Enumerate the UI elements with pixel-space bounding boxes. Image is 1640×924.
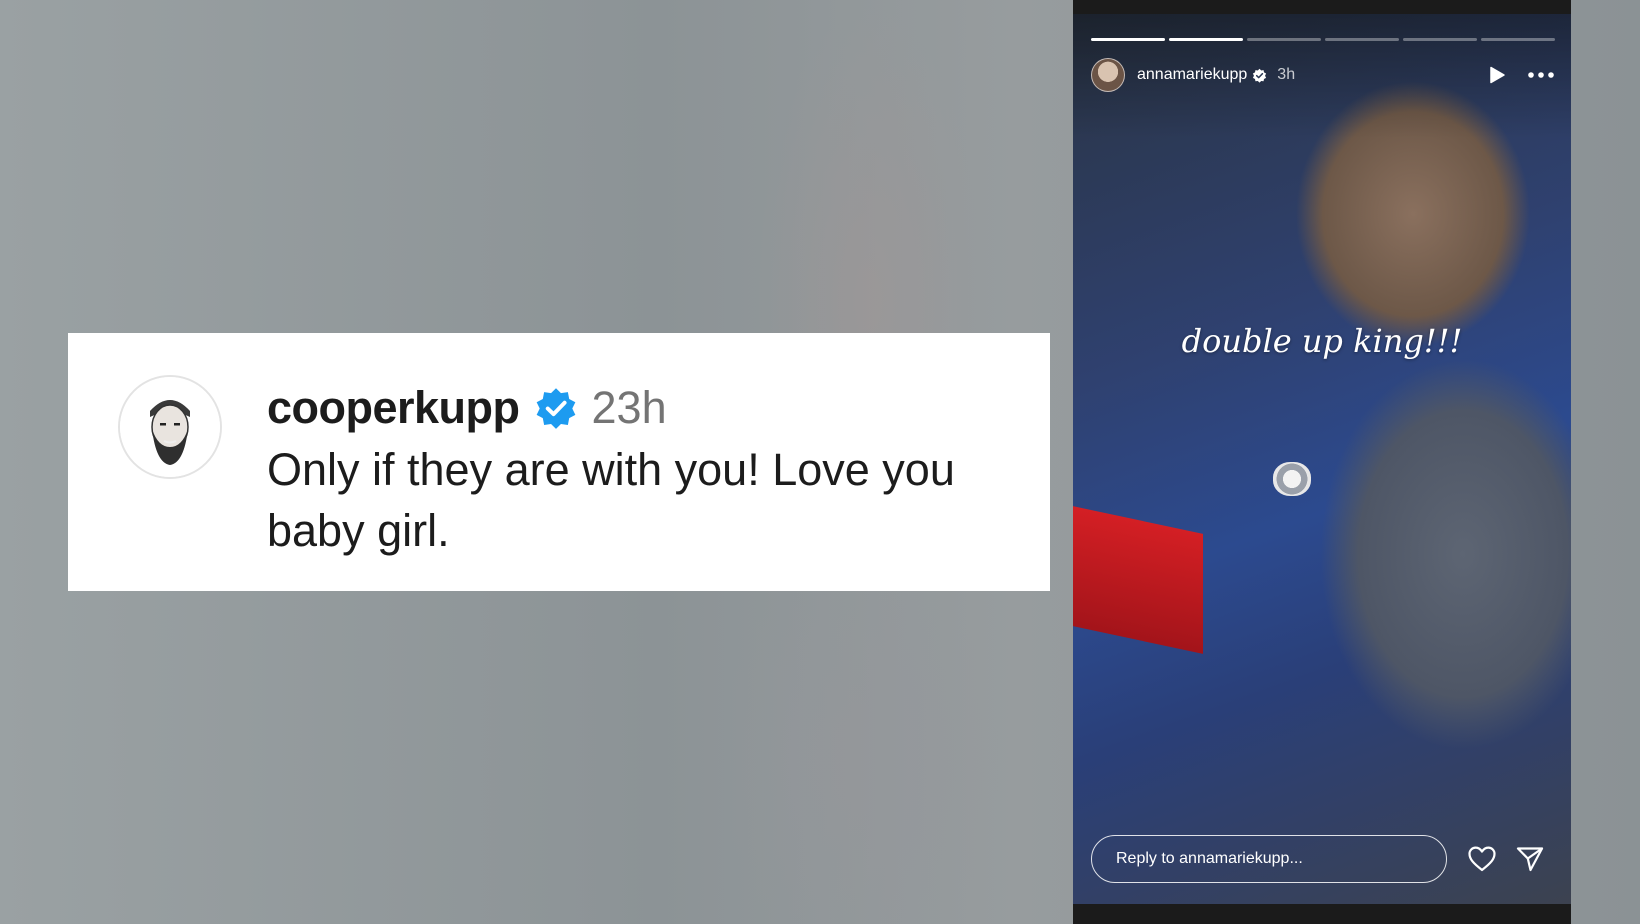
send-icon[interactable]	[1515, 844, 1545, 874]
story-photo[interactable]	[1073, 14, 1571, 904]
progress-segment	[1325, 38, 1399, 41]
progress-segment	[1169, 38, 1243, 41]
bearded-man-portrait-icon	[120, 377, 220, 477]
comment-username[interactable]: cooperkupp	[267, 382, 520, 434]
progress-segment	[1091, 38, 1165, 41]
story-caption: double up king!!!	[1181, 322, 1463, 360]
play-icon[interactable]	[1487, 65, 1507, 85]
heart-icon[interactable]	[1467, 844, 1497, 874]
story-header-actions	[1487, 65, 1555, 85]
story-reply-bar	[1091, 834, 1555, 884]
comment-header: cooperkupp 23h	[267, 381, 667, 435]
more-options-icon[interactable]	[1527, 65, 1555, 85]
story-username[interactable]: annamariekupp	[1137, 66, 1247, 84]
progress-segment	[1403, 38, 1477, 41]
story-header: annamariekupp 3h	[1091, 57, 1555, 93]
progress-segment	[1247, 38, 1321, 41]
story-progress-bar	[1091, 38, 1555, 41]
championship-ring	[1273, 462, 1311, 496]
progress-fill	[1169, 38, 1243, 41]
story-avatar[interactable]	[1091, 58, 1125, 92]
verified-badge-icon	[1253, 68, 1267, 83]
verified-badge-icon	[536, 388, 575, 429]
comment-avatar[interactable]	[118, 375, 222, 479]
progress-fill	[1091, 38, 1165, 41]
progress-segment	[1481, 38, 1555, 41]
reply-input[interactable]	[1091, 835, 1447, 883]
comment-text: Only if they are with you! Love you baby…	[267, 444, 955, 556]
story-timestamp: 3h	[1277, 66, 1296, 83]
red-gift-box	[1073, 506, 1203, 654]
comment-card: cooperkupp 23h Only if they are with you…	[68, 333, 1050, 591]
comment-timestamp: 23h	[591, 382, 667, 433]
